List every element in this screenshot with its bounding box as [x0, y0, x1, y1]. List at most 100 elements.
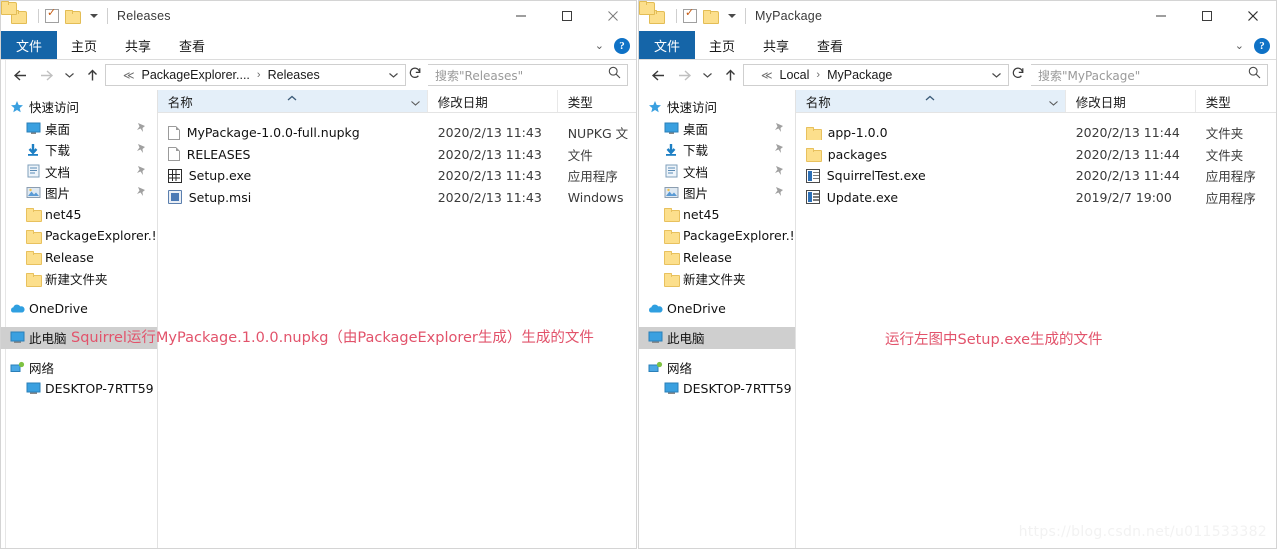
search-icon[interactable]: [1248, 66, 1261, 84]
forward-button[interactable]: [33, 62, 59, 88]
tab-share[interactable]: 共享: [111, 31, 165, 59]
back-button[interactable]: [645, 62, 671, 88]
nav-item-pictures[interactable]: 图片: [1, 182, 157, 204]
nav-item-documents[interactable]: 文档: [1, 161, 157, 183]
column-header-name[interactable]: 名称: [157, 90, 428, 112]
tab-home[interactable]: 主页: [695, 31, 749, 59]
chevron-down-icon[interactable]: [90, 14, 98, 18]
breadcrumb-item-0[interactable]: Local: [778, 68, 812, 82]
file-name-cell[interactable]: Setup.msi: [158, 190, 438, 205]
up-button[interactable]: [79, 62, 105, 88]
nav-item-release[interactable]: Release: [1, 247, 157, 269]
pin-icon[interactable]: [774, 143, 785, 158]
nav-item-quick-access[interactable]: 快速访问: [1, 96, 157, 118]
forward-button[interactable]: [671, 62, 697, 88]
minimize-button[interactable]: [1138, 1, 1184, 31]
file-name-cell[interactable]: SquirrelTest.exe: [796, 168, 1076, 183]
nav-item-new-folder[interactable]: 新建文件夹: [1, 268, 157, 290]
column-header-type[interactable]: 类型: [1196, 90, 1276, 112]
tab-file[interactable]: 文件: [1, 31, 57, 59]
breadcrumb-prefix[interactable]: ≪: [756, 69, 778, 82]
column-header-date[interactable]: 修改日期: [428, 90, 558, 112]
file-name-cell[interactable]: Setup.exe: [158, 168, 438, 183]
nav-item-downloads[interactable]: 下载: [639, 139, 795, 161]
refresh-icon[interactable]: [406, 66, 428, 85]
file-row[interactable]: packages 2020/2/13 11:44 文件夹: [796, 144, 1276, 166]
tab-file[interactable]: 文件: [639, 31, 695, 59]
column-header-type[interactable]: 类型: [558, 90, 636, 112]
nav-item-network[interactable]: 网络: [1, 357, 157, 379]
chevron-down-icon[interactable]: [728, 14, 736, 18]
nav-item-onedrive[interactable]: OneDrive: [639, 298, 795, 320]
pin-icon[interactable]: [136, 122, 147, 137]
file-row[interactable]: RELEASES 2020/2/13 11:43 文件: [158, 144, 636, 166]
nav-item-packageexplorer[interactable]: PackageExplorer.!: [639, 225, 795, 247]
tab-home[interactable]: 主页: [57, 31, 111, 59]
search-icon[interactable]: [608, 66, 621, 84]
recent-locations-button[interactable]: [59, 62, 79, 88]
recent-locations-button[interactable]: [697, 62, 717, 88]
file-row[interactable]: SquirrelTest.exe 2020/2/13 11:44 应用程序: [796, 165, 1276, 187]
nav-item-desktop-7rtt59[interactable]: DESKTOP-7RTT59: [639, 378, 795, 400]
nav-item-desktop[interactable]: 桌面: [639, 118, 795, 140]
properties-icon[interactable]: [683, 6, 697, 23]
file-name-cell[interactable]: MyPackage-1.0.0-full.nupkg: [158, 125, 438, 140]
tab-share[interactable]: 共享: [749, 31, 803, 59]
nav-item-this-pc[interactable]: 此电脑: [639, 327, 795, 349]
pin-icon[interactable]: [774, 186, 785, 201]
help-icon[interactable]: ?: [1254, 37, 1270, 54]
breadcrumb-item-0[interactable]: PackageExplorer....: [140, 68, 252, 82]
file-name-cell[interactable]: app-1.0.0: [796, 125, 1076, 141]
breadcrumb-item-1[interactable]: MyPackage: [825, 68, 894, 82]
nav-item-quick-access[interactable]: 快速访问: [639, 96, 795, 118]
nav-item-onedrive[interactable]: OneDrive: [1, 298, 157, 320]
file-row[interactable]: MyPackage-1.0.0-full.nupkg 2020/2/13 11:…: [158, 122, 636, 144]
column-header-name[interactable]: 名称: [795, 90, 1066, 112]
minimize-button[interactable]: [498, 1, 544, 31]
maximize-button[interactable]: [1184, 1, 1230, 31]
file-row[interactable]: Setup.msi 2020/2/13 11:43 Windows: [158, 187, 636, 209]
nav-item-desktop[interactable]: 桌面: [1, 118, 157, 140]
pin-icon[interactable]: [774, 165, 785, 180]
chevron-down-icon[interactable]: ⌄: [1235, 39, 1244, 52]
breadcrumb[interactable]: ≪ Local › MyPackage: [743, 64, 1009, 86]
nav-item-net45[interactable]: net45: [639, 204, 795, 226]
file-row[interactable]: Setup.exe 2020/2/13 11:43 应用程序: [158, 165, 636, 187]
nav-item-desktop-7rtt59[interactable]: DESKTOP-7RTT59: [1, 378, 157, 400]
tab-view[interactable]: 查看: [803, 31, 857, 59]
pin-icon[interactable]: [774, 122, 785, 137]
new-folder-icon[interactable]: [65, 9, 81, 24]
breadcrumb-item-1[interactable]: Releases: [266, 68, 322, 82]
chevron-down-icon[interactable]: [410, 95, 421, 110]
pin-icon[interactable]: [136, 165, 147, 180]
search-input[interactable]: 搜索"MyPackage": [1031, 64, 1268, 86]
address-dropdown-icon[interactable]: [384, 66, 405, 84]
address-dropdown-icon[interactable]: [987, 66, 1008, 84]
maximize-button[interactable]: [544, 1, 590, 31]
nav-item-packageexplorer[interactable]: PackageExplorer.!: [1, 225, 157, 247]
pin-icon[interactable]: [136, 143, 147, 158]
file-name-cell[interactable]: RELEASES: [158, 147, 438, 162]
chevron-down-icon[interactable]: ⌄: [595, 39, 604, 52]
column-header-date[interactable]: 修改日期: [1066, 90, 1196, 112]
breadcrumb-prefix[interactable]: ≪: [118, 69, 140, 82]
refresh-icon[interactable]: [1009, 66, 1031, 85]
chevron-down-icon[interactable]: [1048, 95, 1059, 110]
file-name-cell[interactable]: Update.exe: [796, 190, 1076, 205]
close-button[interactable]: [590, 1, 636, 31]
close-button[interactable]: [1230, 1, 1276, 31]
nav-item-new-folder[interactable]: 新建文件夹: [639, 268, 795, 290]
back-button[interactable]: [7, 62, 33, 88]
pin-icon[interactable]: [136, 186, 147, 201]
nav-item-network[interactable]: 网络: [639, 357, 795, 379]
nav-item-downloads[interactable]: 下载: [1, 139, 157, 161]
file-row[interactable]: app-1.0.0 2020/2/13 11:44 文件夹: [796, 122, 1276, 144]
search-input[interactable]: 搜索"Releases": [428, 64, 628, 86]
new-folder-icon[interactable]: [703, 9, 719, 24]
help-icon[interactable]: ?: [614, 37, 630, 54]
breadcrumb[interactable]: ≪ PackageExplorer.... › Releases: [105, 64, 406, 86]
nav-item-net45[interactable]: net45: [1, 204, 157, 226]
up-button[interactable]: [717, 62, 743, 88]
nav-item-pictures[interactable]: 图片: [639, 182, 795, 204]
file-name-cell[interactable]: packages: [796, 147, 1076, 162]
